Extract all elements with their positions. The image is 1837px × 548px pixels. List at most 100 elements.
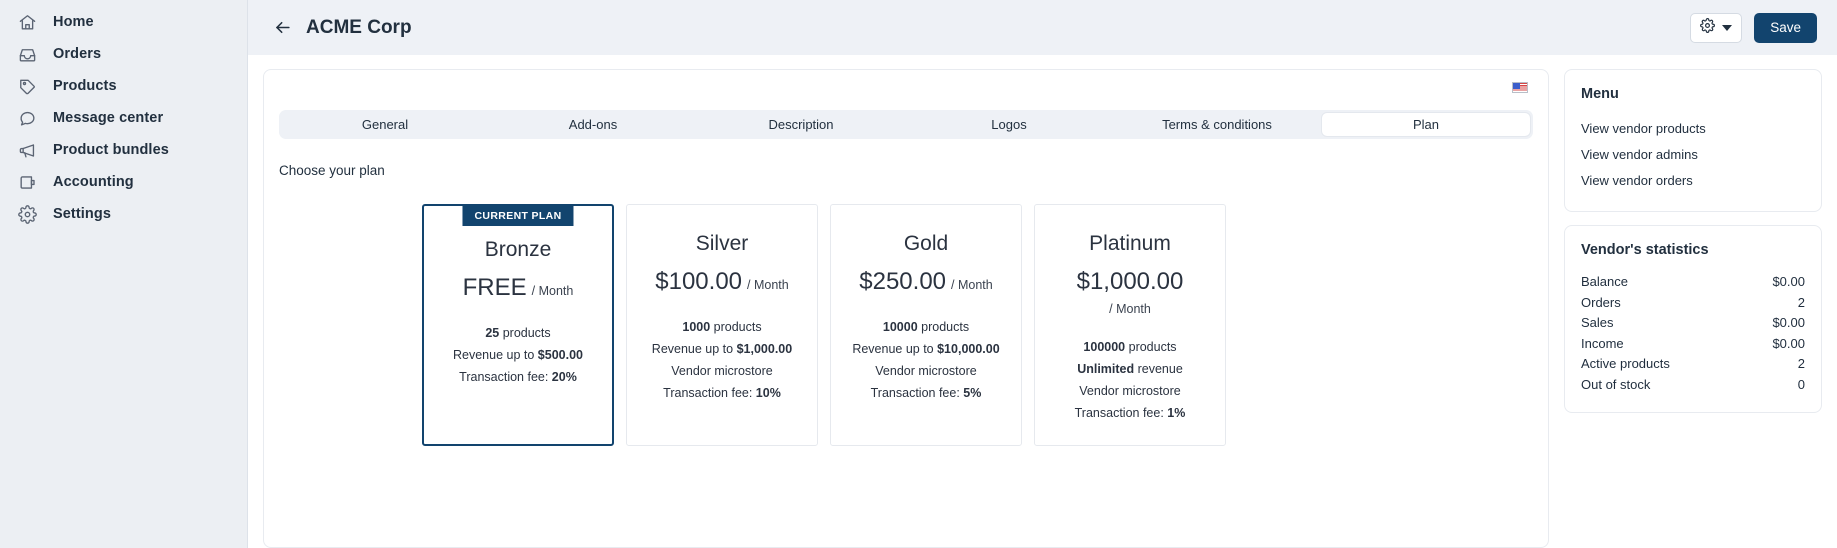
statistic-value: $0.00 xyxy=(1772,335,1805,351)
menu-card: Menu View vendor products View vendor adm… xyxy=(1564,69,1822,212)
plan-feature: Transaction fee: 1% xyxy=(1074,406,1186,421)
menu-card-title: Menu xyxy=(1581,86,1619,102)
plan-feature: Vendor microstore xyxy=(1079,384,1181,399)
statistics-card-title: Vendor's statistics xyxy=(1581,242,1709,258)
tab-plan[interactable]: Plan xyxy=(1321,112,1531,137)
plan-price-row: $100.00 / Month xyxy=(637,268,807,296)
tab-description[interactable]: Description xyxy=(697,112,905,137)
plan-feature: 10000 products xyxy=(882,319,970,334)
sidebar-item-product-bundles[interactable]: Product bundles xyxy=(0,134,247,166)
statistic-label: Income xyxy=(1581,335,1624,351)
tag-icon xyxy=(17,76,37,96)
menu-link-view-vendor-products[interactable]: View vendor products xyxy=(1581,116,1805,142)
statistic-row: Out of stock 0 xyxy=(1581,375,1805,396)
plan-cards-container: CURRENT PLAN Bronze FREE / Month 25 products… xyxy=(422,204,1548,446)
sidebar-item-message-center[interactable]: Message center xyxy=(0,102,247,134)
tab-terms-conditions[interactable]: Terms & conditions xyxy=(1113,112,1321,137)
save-button[interactable]: Save xyxy=(1754,12,1817,43)
plan-feature: Vendor microstore xyxy=(671,363,773,378)
statistic-value: 0 xyxy=(1797,376,1805,392)
plan-price: $250.00 xyxy=(859,268,947,296)
plan-price: FREE xyxy=(462,274,527,302)
plan-feature: Revenue up to $1,000.00 xyxy=(651,341,793,356)
statistic-label: Balance xyxy=(1581,274,1628,289)
plan-price-row: FREE / Month xyxy=(434,274,602,302)
wallet-icon xyxy=(17,172,37,192)
right-rail: Menu View vendor products View vendor adm… xyxy=(1564,69,1822,548)
sidebar-item-label: Accounting xyxy=(53,174,134,190)
megaphone-icon xyxy=(17,140,37,160)
sidebar-item-label: Message center xyxy=(53,110,164,126)
statistics-card: Vendor's statistics Balance $0.00 Orders 2 S… xyxy=(1564,225,1822,413)
statistic-row: Income $0.00 xyxy=(1581,334,1805,355)
statistic-label: Orders xyxy=(1581,294,1621,310)
sidebar-item-accounting[interactable]: Accounting xyxy=(0,166,247,198)
inbox-icon xyxy=(17,44,37,64)
main-column: ACME Corp Save General Add-ons Descripti… xyxy=(248,0,1837,548)
statistic-row: Sales $0.00 xyxy=(1581,313,1805,334)
sidebar-item-label: Home xyxy=(53,14,94,30)
vendor-tabs: General Add-ons Description Logos Terms & co… xyxy=(279,110,1533,139)
tab-add-ons[interactable]: Add-ons xyxy=(489,112,697,137)
page-header: ACME Corp Save xyxy=(248,0,1837,55)
plan-period: / Month xyxy=(531,284,574,299)
vendor-detail-panel: General Add-ons Description Logos Terms & co… xyxy=(263,69,1549,548)
plan-feature: 1000 products xyxy=(682,319,762,334)
flag-canton xyxy=(1513,83,1520,89)
sidebar-item-label: Product bundles xyxy=(53,142,169,158)
plan-price: $1,000.00 xyxy=(1076,268,1184,296)
plan-price-row: $1,000.00 / Month xyxy=(1045,268,1215,316)
statistic-row: Orders 2 xyxy=(1581,293,1805,314)
arrow-left-icon[interactable] xyxy=(269,15,295,41)
tab-general[interactable]: General xyxy=(281,112,489,137)
statistic-row: Active products 2 xyxy=(1581,354,1805,375)
sidebar-item-label: Products xyxy=(53,78,117,94)
statistic-label: Out of stock xyxy=(1581,376,1651,392)
plan-price: $100.00 xyxy=(655,268,743,296)
statistic-value: $0.00 xyxy=(1772,274,1805,289)
app-root: Home Orders Products Message center Product … xyxy=(0,0,1837,548)
gear-icon xyxy=(17,204,37,224)
sidebar-item-label: Orders xyxy=(53,46,102,62)
plan-card-bronze[interactable]: CURRENT PLAN Bronze FREE / Month 25 products… xyxy=(422,204,614,446)
plan-feature: Unlimited revenue xyxy=(1077,362,1183,377)
plan-period: / Month xyxy=(1109,301,1151,316)
sidebar-item-settings[interactable]: Settings xyxy=(0,198,247,230)
sidebar-item-home[interactable]: Home xyxy=(0,6,247,38)
chevron-down-icon xyxy=(1722,24,1733,31)
plan-feature: 25 products xyxy=(485,325,551,340)
plan-card-silver[interactable]: Silver $100.00 / Month 1000 products Revenue… xyxy=(626,204,818,446)
plan-name: Platinum xyxy=(1089,232,1171,255)
plan-feature: Revenue up to $500.00 xyxy=(453,347,583,362)
plan-card-platinum[interactable]: Platinum $1,000.00 / Month 100000 products U… xyxy=(1034,204,1226,446)
plan-name: Bronze xyxy=(484,238,552,261)
choose-plan-label: Choose your plan xyxy=(279,163,385,178)
statistic-label: Sales xyxy=(1581,315,1614,330)
tab-logos[interactable]: Logos xyxy=(905,112,1113,137)
menu-links: View vendor products View vendor admins Vi… xyxy=(1581,116,1805,194)
content-area: General Add-ons Description Logos Terms & co… xyxy=(248,55,1837,548)
menu-link-view-vendor-orders[interactable]: View vendor orders xyxy=(1581,168,1805,194)
plan-feature: 100000 products xyxy=(1083,340,1177,355)
gear-icon xyxy=(1700,17,1716,38)
statistic-value: 2 xyxy=(1797,356,1805,371)
plan-feature: Revenue up to $10,000.00 xyxy=(852,341,1000,356)
current-plan-badge: CURRENT PLAN xyxy=(462,206,574,226)
statistic-row: Balance $0.00 xyxy=(1581,272,1805,293)
settings-dropdown-button[interactable] xyxy=(1690,12,1743,43)
sidebar-item-orders[interactable]: Orders xyxy=(0,38,247,70)
home-icon xyxy=(17,12,37,32)
language-selector-row xyxy=(264,70,1548,108)
plan-feature: Transaction fee: 20% xyxy=(459,369,577,384)
us-flag-icon[interactable] xyxy=(1512,82,1528,93)
plan-name: Gold xyxy=(903,232,949,255)
page-title: ACME Corp xyxy=(306,16,412,38)
plan-feature: Vendor microstore xyxy=(875,363,977,378)
sidebar-item-products[interactable]: Products xyxy=(0,70,247,102)
plan-features: 1000 products Revenue up to $1,000.00 Vend… xyxy=(637,316,807,404)
plan-period: / Month xyxy=(747,278,789,293)
plan-feature: Transaction fee: 5% xyxy=(870,385,982,400)
plan-card-gold[interactable]: Gold $250.00 / Month 10000 products Revenue … xyxy=(830,204,1022,446)
menu-link-view-vendor-admins[interactable]: View vendor admins xyxy=(1581,142,1805,168)
sidebar-item-label: Settings xyxy=(53,206,111,222)
